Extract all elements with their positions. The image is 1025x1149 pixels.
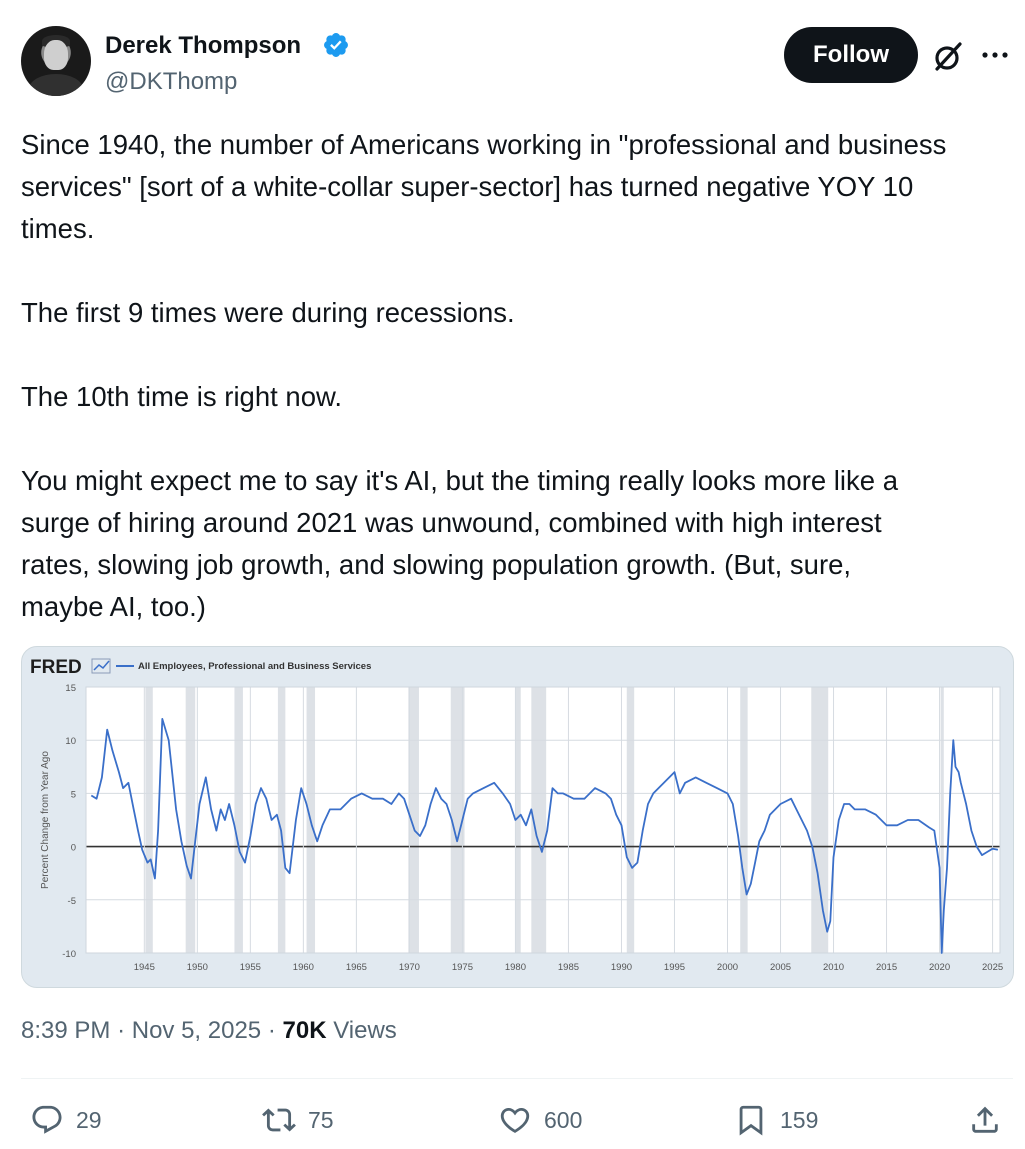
y-tick-label: -10 bbox=[62, 949, 76, 960]
x-tick-label: 1975 bbox=[452, 962, 473, 973]
x-tick-label: 2020 bbox=[929, 962, 950, 973]
recession-band bbox=[185, 687, 196, 953]
fred-chart: -10 -5 0 5 10 15 1945 1950 1955 1960 1965 1970 1975 1… bbox=[30, 657, 1003, 973]
y-tick-label: 0 bbox=[71, 843, 76, 854]
reply-icon bbox=[32, 1105, 62, 1134]
tweet-date[interactable]: Nov 5, 2025 bbox=[132, 1017, 261, 1044]
reply-button[interactable]: 29 bbox=[30, 1100, 102, 1140]
x-tick-label: 1995 bbox=[664, 962, 685, 973]
x-tick-label: 2005 bbox=[770, 962, 791, 973]
x-tick-label: 1960 bbox=[293, 962, 314, 973]
recession-band bbox=[811, 687, 829, 953]
author-handle[interactable]: @DKThomp bbox=[105, 68, 237, 96]
recession-band bbox=[145, 687, 153, 953]
x-tick-label: 1965 bbox=[346, 962, 367, 973]
avatar-face bbox=[44, 40, 68, 70]
tweet-text: Since 1940, the number of Americans work… bbox=[21, 124, 1021, 628]
recession-band bbox=[234, 687, 243, 953]
recession-band bbox=[626, 687, 635, 953]
x-tick-label: 1950 bbox=[187, 962, 208, 973]
reply-count: 29 bbox=[76, 1106, 102, 1133]
tweet-text-line: maybe AI, too.) bbox=[21, 591, 206, 622]
x-tick-label: 1955 bbox=[240, 962, 261, 973]
x-tick-label: 1980 bbox=[505, 962, 526, 973]
x-tick-label: 2000 bbox=[717, 962, 738, 973]
views-label: Views bbox=[333, 1017, 397, 1044]
bookmark-count: 159 bbox=[780, 1106, 819, 1133]
recession-band bbox=[408, 687, 419, 953]
fred-trend-icon bbox=[91, 658, 111, 674]
tweet-meta: 8:39 PM · Nov 5, 2025 · 70K Views bbox=[21, 1017, 397, 1045]
share-button[interactable] bbox=[968, 1100, 1002, 1140]
follow-button[interactable]: Follow bbox=[784, 27, 918, 83]
tweet-text-line: services" [sort of a white-collar super-… bbox=[21, 171, 914, 202]
tweet-text-line: times. bbox=[21, 213, 95, 244]
repost-count: 75 bbox=[308, 1106, 334, 1133]
bookmark-button[interactable]: 159 bbox=[734, 1100, 818, 1140]
views-count: 70K bbox=[282, 1017, 327, 1044]
fred-logo: FRED bbox=[30, 657, 82, 678]
repost-icon bbox=[262, 1108, 296, 1132]
meta-separator: · bbox=[117, 1017, 126, 1044]
tweet-text-line: You might expect me to say it's AI, but … bbox=[21, 465, 899, 496]
x-tick-label: 2015 bbox=[876, 962, 897, 973]
like-button[interactable]: 600 bbox=[498, 1100, 582, 1140]
more-options-icon[interactable] bbox=[980, 40, 1010, 70]
x-tick-label: 1970 bbox=[399, 962, 420, 973]
tweet-text-line: The first 9 times were during recessions… bbox=[21, 297, 515, 328]
heart-icon bbox=[500, 1107, 530, 1133]
meta-separator: · bbox=[267, 1017, 276, 1044]
y-tick-label: 5 bbox=[71, 789, 76, 800]
chart-header: FRED All Employees, Professional and Bus… bbox=[30, 657, 371, 678]
bookmark-icon bbox=[739, 1105, 763, 1136]
author-name[interactable]: Derek Thompson bbox=[105, 32, 301, 60]
y-tick-label: 10 bbox=[65, 736, 76, 747]
repost-button[interactable]: 75 bbox=[262, 1100, 334, 1140]
recession-band bbox=[740, 687, 748, 953]
chart-image[interactable]: -10 -5 0 5 10 15 1945 1950 1955 1960 1965 1970 1975 1… bbox=[21, 646, 1014, 988]
tweet-text-line: The 10th time is right now. bbox=[21, 381, 342, 412]
verified-badge-icon bbox=[324, 33, 348, 57]
like-count: 600 bbox=[544, 1106, 583, 1133]
tweet-text-line: surge of hiring around 2021 was unwound,… bbox=[21, 507, 882, 538]
y-tick-label: -5 bbox=[68, 896, 76, 907]
legend-label: All Employees, Professional and Business… bbox=[138, 661, 371, 672]
tweet-text-line: Since 1940, the number of Americans work… bbox=[21, 129, 947, 160]
tweet-time[interactable]: 8:39 PM bbox=[21, 1017, 110, 1044]
x-tick-label: 1985 bbox=[558, 962, 579, 973]
x-tick-label: 1990 bbox=[611, 962, 632, 973]
y-tick-label: 15 bbox=[65, 683, 76, 694]
y-axis-label: Percent Change from Year Ago bbox=[40, 751, 51, 889]
tweet-text-line: rates, slowing job growth, and slowing p… bbox=[21, 549, 852, 580]
x-tick-label: 2010 bbox=[823, 962, 844, 973]
x-tick-label: 2025 bbox=[982, 962, 1003, 973]
avatar-shoulders bbox=[29, 74, 83, 96]
author-avatar[interactable] bbox=[21, 26, 91, 96]
divider bbox=[21, 1078, 1013, 1079]
grok-icon[interactable] bbox=[930, 39, 966, 75]
x-tick-label: 1945 bbox=[134, 962, 155, 973]
share-icon bbox=[972, 1106, 998, 1133]
